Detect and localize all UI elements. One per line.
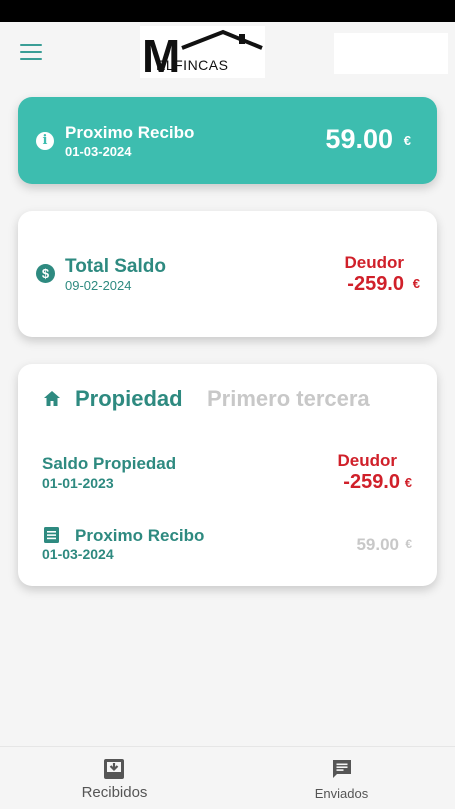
header-placeholder-box	[334, 33, 448, 74]
total-balance-amount: -259.0	[347, 273, 404, 295]
next-receipt-date: 01-03-2024	[65, 144, 132, 159]
total-balance-status: Deudor	[344, 253, 405, 272]
status-bar	[0, 0, 455, 22]
nav-recibidos[interactable]: Recibidos	[0, 747, 227, 809]
melfincas-logo: M ELFINCAS	[140, 26, 265, 78]
property-balance-label: Saldo Propiedad	[42, 454, 177, 473]
logo-text: ELFINCAS	[156, 57, 229, 73]
property-balance-currency: €	[404, 475, 412, 490]
next-receipt-amount: 59.00	[325, 124, 393, 154]
bottom-nav: Recibidos Enviados	[0, 746, 455, 809]
property-next-receipt-currency: €	[405, 537, 412, 551]
property-next-receipt-amount: 59.00	[356, 535, 399, 554]
hamburger-menu-icon[interactable]	[20, 44, 42, 60]
info-icon: i	[36, 132, 54, 150]
property-balance-amount: -259.0	[343, 471, 400, 493]
nav-enviados[interactable]: Enviados	[228, 747, 455, 809]
tab-primero-tercera[interactable]: Primero tercera	[207, 386, 370, 412]
total-balance-title: Total Saldo	[65, 256, 166, 277]
nav-recibidos-label: Recibidos	[81, 784, 148, 801]
property-balance-status: Deudor	[337, 451, 398, 470]
dollar-icon: $	[36, 264, 55, 283]
next-receipt-title: Proximo Recibo	[65, 123, 195, 142]
next-receipt-currency: €	[403, 133, 411, 148]
property-balance-date: 01-01-2023	[42, 475, 114, 491]
total-balance-currency: €	[412, 276, 420, 291]
receipt-icon	[44, 527, 59, 543]
message-icon	[333, 760, 351, 778]
nav-enviados-label: Enviados	[314, 786, 369, 801]
property-card: Propiedad Primero tercera Saldo Propieda…	[18, 364, 437, 586]
next-receipt-card[interactable]: i Proximo Recibo 01-03-2024 59.00 €	[18, 97, 437, 184]
property-next-receipt-label: Proximo Recibo	[75, 526, 205, 545]
inbox-download-icon	[104, 759, 124, 779]
total-balance-date: 09-02-2024	[65, 278, 132, 293]
home-icon	[44, 391, 60, 406]
app-header: M ELFINCAS	[0, 22, 455, 82]
tab-propiedad[interactable]: Propiedad	[75, 386, 183, 412]
total-balance-card[interactable]: $ Total Saldo 09-02-2024 Deudor -259.0 €	[18, 211, 437, 337]
property-next-receipt-date: 01-03-2024	[42, 546, 114, 562]
